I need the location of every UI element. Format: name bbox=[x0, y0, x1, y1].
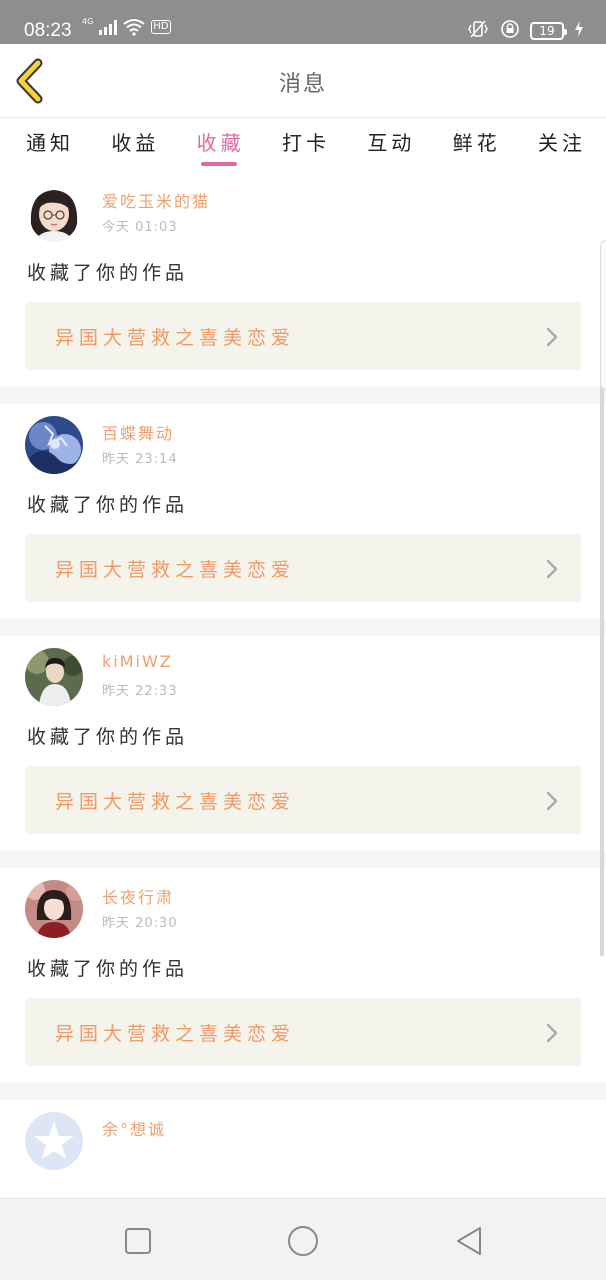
chevron-right-icon bbox=[546, 327, 558, 347]
avatar[interactable] bbox=[25, 880, 83, 938]
avatar[interactable] bbox=[25, 1112, 83, 1170]
tab-check-in[interactable]: 打卡 bbox=[282, 118, 330, 172]
username[interactable]: 爱吃玉米的猫 bbox=[102, 188, 210, 212]
signal-icon bbox=[99, 19, 118, 35]
work-title: 异国大营救之喜美恋爱 bbox=[55, 791, 296, 813]
tab-favorites[interactable]: 收藏 bbox=[197, 118, 245, 172]
home-icon bbox=[288, 1226, 318, 1256]
chevron-right-icon bbox=[546, 1023, 558, 1043]
vibrate-icon bbox=[466, 20, 490, 42]
scrollbar[interactable] bbox=[600, 360, 604, 956]
list-item: 余°想诚 bbox=[0, 1100, 606, 1198]
action-text: 收藏了你的作品 bbox=[27, 726, 189, 748]
status-left-icons: 4G HD bbox=[82, 18, 171, 36]
home-button[interactable] bbox=[286, 1224, 320, 1258]
username[interactable]: 百蝶舞动 bbox=[102, 420, 174, 444]
work-title: 异国大营救之喜美恋爱 bbox=[55, 1023, 296, 1045]
timestamp: 昨天 23:14 bbox=[102, 452, 178, 467]
work-link[interactable]: 异国大营救之喜美恋爱 bbox=[25, 302, 581, 370]
tab-bar: 通知 收益 收藏 打卡 互动 鲜花 关注 bbox=[0, 118, 606, 172]
timestamp: 昨天 22:33 bbox=[102, 684, 178, 699]
list-item: 爱吃玉米的猫 今天 01:03 收藏了你的作品 异国大营救之喜美恋爱 bbox=[0, 172, 606, 386]
username[interactable]: 余°想诚 bbox=[102, 1116, 166, 1140]
list-item: kiMiWZ 昨天 22:33 收藏了你的作品 异国大营救之喜美恋爱 bbox=[0, 636, 606, 850]
message-feed[interactable]: 爱吃玉米的猫 今天 01:03 收藏了你的作品 异国大营救之喜美恋爱 百蝶舞动 … bbox=[0, 172, 606, 1198]
avatar[interactable] bbox=[25, 184, 83, 242]
tab-earnings[interactable]: 收益 bbox=[111, 118, 159, 172]
username[interactable]: 长夜行肃 bbox=[102, 884, 174, 908]
back-icon bbox=[457, 1227, 481, 1255]
work-title: 异国大营救之喜美恋爱 bbox=[55, 559, 296, 581]
work-link[interactable]: 异国大营救之喜美恋爱 bbox=[25, 766, 581, 834]
charging-icon bbox=[574, 21, 584, 41]
chevron-right-icon bbox=[546, 791, 558, 811]
work-title: 异国大营救之喜美恋爱 bbox=[55, 327, 296, 349]
status-right-icons: 19 bbox=[466, 19, 584, 43]
wifi-icon bbox=[123, 18, 145, 36]
edge-panel-handle[interactable] bbox=[600, 240, 606, 390]
hd-badge: HD bbox=[151, 20, 171, 34]
tab-notifications[interactable]: 通知 bbox=[26, 118, 74, 172]
page-title: 消息 bbox=[278, 72, 327, 97]
work-link[interactable]: 异国大营救之喜美恋爱 bbox=[25, 998, 581, 1066]
rotation-lock-icon bbox=[500, 19, 520, 43]
list-item: 长夜行肃 昨天 20:30 收藏了你的作品 异国大营救之喜美恋爱 bbox=[0, 868, 606, 1082]
recent-apps-button[interactable] bbox=[121, 1224, 155, 1258]
timestamp: 今天 01:03 bbox=[102, 220, 178, 235]
avatar[interactable] bbox=[25, 648, 83, 706]
tab-interactions[interactable]: 互动 bbox=[367, 118, 415, 172]
status-bar: 08:23 4G HD 19 bbox=[0, 0, 606, 44]
username[interactable]: kiMiWZ bbox=[102, 652, 173, 671]
recent-apps-icon bbox=[125, 1228, 151, 1254]
action-text: 收藏了你的作品 bbox=[27, 262, 189, 284]
chevron-right-icon bbox=[546, 559, 558, 579]
work-link[interactable]: 异国大营救之喜美恋爱 bbox=[25, 534, 581, 602]
network-label: 4G bbox=[82, 17, 94, 26]
app-header: 消息 bbox=[0, 44, 606, 118]
battery-icon: 19 bbox=[530, 22, 567, 40]
list-item: 百蝶舞动 昨天 23:14 收藏了你的作品 异国大营救之喜美恋爱 bbox=[0, 404, 606, 618]
tab-follows[interactable]: 关注 bbox=[538, 118, 586, 172]
avatar[interactable] bbox=[25, 416, 83, 474]
system-nav-bar bbox=[0, 1198, 606, 1280]
timestamp: 昨天 20:30 bbox=[102, 916, 178, 931]
tab-flowers[interactable]: 鲜花 bbox=[453, 118, 501, 172]
action-text: 收藏了你的作品 bbox=[27, 494, 189, 516]
status-time: 08:23 bbox=[24, 20, 72, 41]
back-nav-button[interactable] bbox=[452, 1224, 486, 1258]
action-text: 收藏了你的作品 bbox=[27, 958, 189, 980]
